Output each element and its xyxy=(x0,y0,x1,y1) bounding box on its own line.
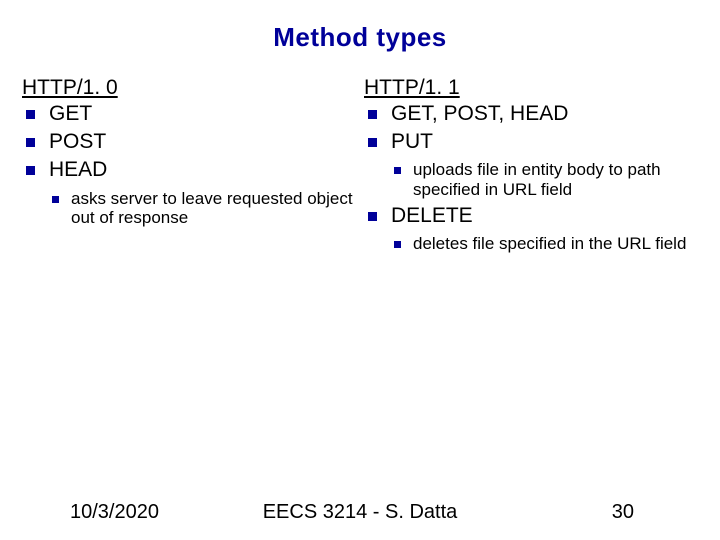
sub-list-item: uploads file in entity body to path spec… xyxy=(394,160,698,199)
list-item-label: DELETE xyxy=(391,204,473,228)
slide-body: HTTP/1. 0 GET POST HEAD asks server to l… xyxy=(22,76,698,257)
list-item-label: POST xyxy=(49,130,106,154)
square-bullet-icon xyxy=(394,241,401,248)
right-heading: HTTP/1. 1 xyxy=(364,76,698,100)
list-item: GET, POST, HEAD xyxy=(364,102,698,126)
square-bullet-icon xyxy=(368,110,377,119)
square-bullet-icon xyxy=(52,196,59,203)
list-item: HEAD xyxy=(22,158,356,182)
square-bullet-icon xyxy=(26,166,35,175)
left-heading: HTTP/1. 0 xyxy=(22,76,356,100)
footer-slide-number: 30 xyxy=(612,501,634,524)
sub-list-item-text: uploads file in entity body to path spec… xyxy=(413,160,698,199)
list-item: GET xyxy=(22,102,356,126)
slide-title: Method types xyxy=(0,22,720,53)
square-bullet-icon xyxy=(394,167,401,174)
slide: Method types HTTP/1. 0 GET POST HEAD ask… xyxy=(0,0,720,540)
square-bullet-icon xyxy=(368,138,377,147)
sub-list-item-text: asks server to leave requested object ou… xyxy=(71,189,356,228)
square-bullet-icon xyxy=(368,212,377,221)
left-column: HTTP/1. 0 GET POST HEAD asks server to l… xyxy=(22,76,356,257)
list-item: POST xyxy=(22,130,356,154)
sub-list-item: deletes file specified in the URL field xyxy=(394,234,698,254)
list-item-label: GET, POST, HEAD xyxy=(391,102,568,126)
sub-list-item-text: deletes file specified in the URL field xyxy=(413,234,686,254)
list-item-label: PUT xyxy=(391,130,433,154)
square-bullet-icon xyxy=(26,110,35,119)
right-column: HTTP/1. 1 GET, POST, HEAD PUT uploads fi… xyxy=(364,76,698,257)
list-item: DELETE xyxy=(364,204,698,228)
list-item-label: HEAD xyxy=(49,158,107,182)
list-item-label: GET xyxy=(49,102,92,126)
list-item: PUT xyxy=(364,130,698,154)
sub-list-item: asks server to leave requested object ou… xyxy=(52,189,356,228)
square-bullet-icon xyxy=(26,138,35,147)
